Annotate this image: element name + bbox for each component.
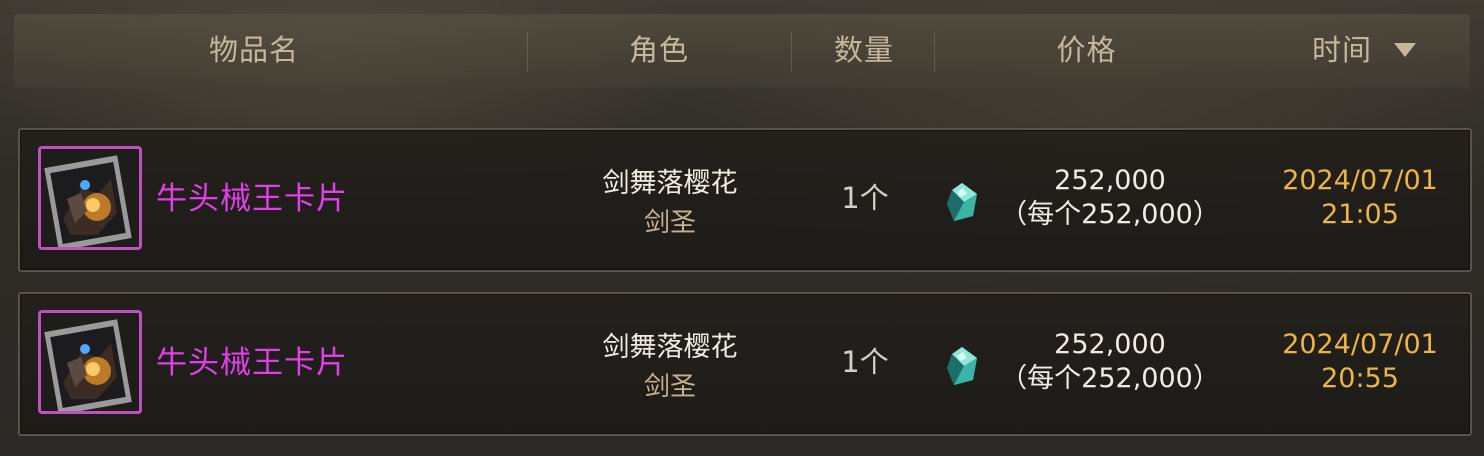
price: 252,000	[1054, 165, 1166, 196]
quantity: 1个	[841, 181, 889, 215]
card-icon[interactable]	[38, 146, 142, 250]
item-name: 牛头械王卡片	[156, 345, 348, 381]
header-quantity[interactable]: 数量	[804, 14, 924, 88]
header-price[interactable]: 价格	[964, 14, 1209, 88]
header-divider	[791, 32, 792, 72]
character-class: 剑圣	[643, 208, 696, 238]
header-character-label: 角色	[628, 33, 689, 67]
character-name: 剑舞落樱花	[602, 332, 738, 363]
card-icon[interactable]	[38, 310, 142, 414]
character-name: 剑舞落樱花	[602, 168, 738, 199]
triangle-down-icon[interactable]	[1394, 43, 1416, 57]
header-quantity-label: 数量	[833, 33, 894, 67]
header-time[interactable]: 时间	[1254, 14, 1474, 88]
date: 2024/07/01	[1282, 165, 1438, 196]
quantity: 1个	[841, 345, 889, 379]
header-divider	[934, 32, 935, 72]
table-row[interactable]: 牛头械王卡片 剑舞落樱花 剑圣 1个 252,000 （每个252,000） 2…	[18, 128, 1472, 272]
price-each: （每个252,000）	[1000, 363, 1220, 394]
table-row[interactable]: 牛头械王卡片 剑舞落樱花 剑圣 1个 252,000 （每个252,000） 2…	[18, 292, 1472, 436]
header-item-name-label: 物品名	[208, 33, 299, 67]
time: 20:55	[1321, 363, 1399, 394]
date: 2024/07/01	[1282, 329, 1438, 360]
character-class: 剑圣	[643, 372, 696, 402]
item-name: 牛头械王卡片	[156, 181, 348, 217]
header-price-label: 价格	[1056, 33, 1117, 67]
gem-icon	[944, 182, 980, 222]
header-divider	[527, 32, 528, 72]
gem-icon	[944, 346, 980, 386]
table-header: 物品名 角色 数量 价格 时间	[14, 14, 1470, 88]
price: 252,000	[1054, 329, 1166, 360]
header-item-name[interactable]: 物品名	[14, 14, 494, 88]
header-time-label: 时间	[1311, 33, 1372, 67]
header-character[interactable]: 角色	[554, 14, 764, 88]
time: 21:05	[1321, 199, 1399, 230]
price-each: （每个252,000）	[1000, 199, 1220, 230]
